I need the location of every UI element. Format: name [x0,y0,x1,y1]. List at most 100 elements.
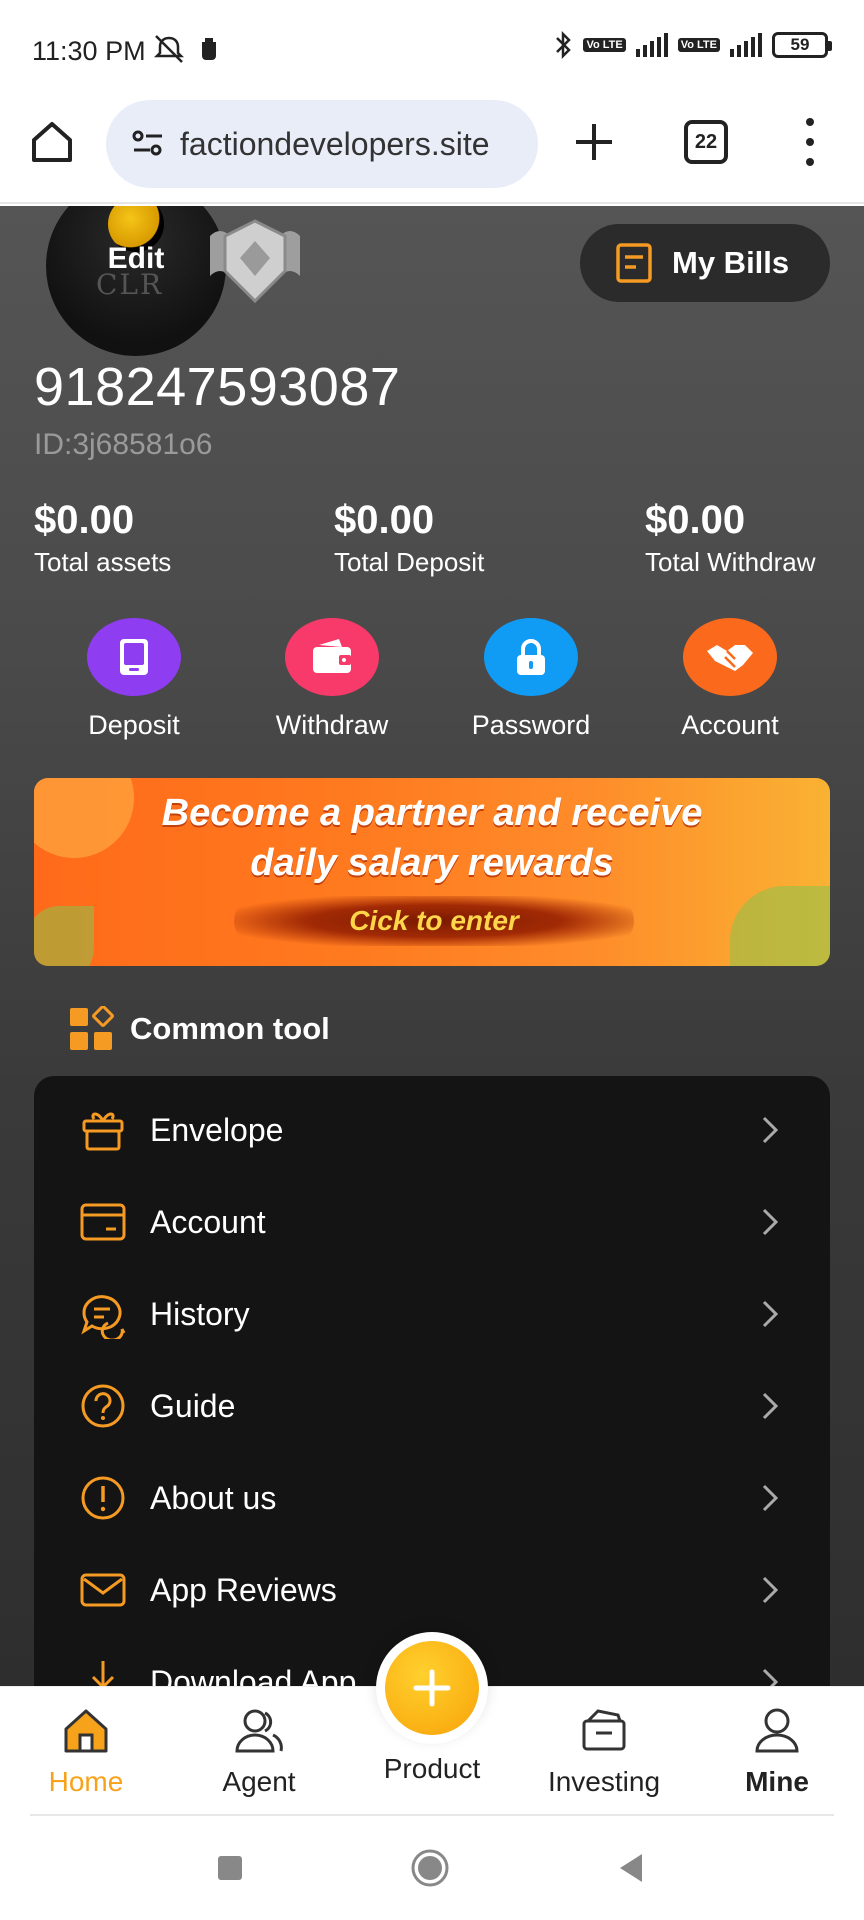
menu-label: Account [150,1203,266,1240]
tab-switcher-button[interactable]: 22 [684,120,728,164]
bills-icon [616,243,652,283]
menu-item-history[interactable]: History [34,1268,830,1360]
account-button[interactable]: Account [655,618,805,741]
volte-badge-2: Vo LTE [677,38,720,52]
chevron-right-icon [762,1208,779,1236]
banner-cta[interactable]: Cick to enter [234,896,634,946]
more-menu-icon[interactable] [800,118,820,166]
stat-total-deposit: $0.00 Total Deposit [334,498,484,578]
nav-agent[interactable]: Agent [199,1705,319,1798]
nav-product[interactable]: Product [372,1749,492,1785]
avatar[interactable]: CLR Edit [46,206,226,356]
status-bar: 11:30 PM Vo LTE Vo LTE 59 [0,0,864,96]
plus-icon [385,1641,479,1735]
browser-toolbar: factiondevelopers.site 22 [0,96,864,204]
menu-item-about-us[interactable]: About us [34,1452,830,1544]
system-navigation [0,1816,864,1920]
menu-item-account[interactable]: Account [34,1176,830,1268]
signal-1-icon [635,33,668,57]
clock: 11:30 PM [32,36,146,66]
withdraw-button[interactable]: Withdraw [257,618,407,741]
nav-label: Investing [547,1766,661,1797]
menu-label: App Reviews [150,1571,337,1608]
exclamation-icon [81,1476,125,1520]
banner-leaf-left [34,906,94,966]
home-circle-icon[interactable] [410,1848,450,1888]
chevron-right-icon [762,1484,779,1512]
signal-2-icon [730,33,762,57]
question-icon [81,1384,125,1428]
lock-icon [484,618,578,696]
common-tool-list: Envelope Account History Guide About us … [34,1076,830,1686]
menu-label: Guide [150,1387,236,1424]
volte-badge-1: Vo LTE [583,38,626,52]
back-icon[interactable] [612,1848,652,1888]
nav-label: Home [48,1766,124,1797]
nav-label: Product [383,1753,481,1784]
product-fab[interactable] [376,1632,488,1744]
stat-total-withdraw: $0.00 Total Withdraw [645,498,816,578]
menu-item-guide[interactable]: Guide [34,1360,830,1452]
nav-home[interactable]: Home [26,1705,146,1798]
briefcase-icon [582,1709,626,1751]
user-phone: 918247593087 [34,357,401,417]
stat-value: $0.00 [645,498,746,542]
url-text[interactable]: factiondevelopers.site [180,126,490,163]
stat-label: Total assets [34,547,172,577]
user-id: ID:3j68581o6 [34,428,213,461]
mute-icon [153,35,185,63]
my-bills-button[interactable]: My Bills [580,224,830,302]
vip-badge-icon [210,219,300,304]
withdraw-label: Withdraw [275,710,389,740]
menu-label: Download App [150,1663,357,1687]
edit-avatar-label[interactable]: Edit [46,242,226,276]
nav-label: Agent [222,1766,296,1797]
address-bar[interactable]: factiondevelopers.site [106,100,538,188]
recents-icon[interactable] [210,1848,250,1888]
menu-label: Envelope [150,1111,284,1148]
stat-value: $0.00 [334,498,435,542]
menu-item-envelope[interactable]: Envelope [34,1084,830,1176]
menu-label: History [150,1295,250,1332]
home-nav-icon [64,1709,108,1753]
banner-line-1: Become a partner and receive [161,792,703,834]
banner-line-2: daily salary rewards [250,842,614,884]
tablet-icon [87,618,181,696]
stat-label: Total Withdraw [645,547,816,577]
account-label: Account [681,710,779,740]
wallet-icon [285,618,379,696]
deposit-label: Deposit [88,710,180,740]
password-button[interactable]: Password [456,618,606,741]
stat-label: Total Deposit [334,547,485,577]
battery-icon: 59 [772,32,832,58]
chat-icon [81,1295,126,1339]
nav-label: Mine [745,1766,809,1797]
chevron-right-icon [762,1116,779,1144]
stat-total-assets: $0.00 Total assets [34,498,171,578]
chevron-right-icon [762,1392,779,1420]
card-icon [80,1203,126,1241]
menu-item-app-reviews[interactable]: App Reviews [34,1544,830,1636]
chevron-right-icon [762,1576,779,1604]
new-tab-icon[interactable] [572,120,616,164]
tab-count: 22 [694,130,718,153]
stat-value: $0.00 [34,498,135,542]
grid-tools-icon [70,1006,114,1050]
shield-status-icon [202,38,216,60]
my-bills-label: My Bills [672,245,790,280]
nav-investing[interactable]: Investing [544,1705,664,1798]
common-tool-header: Common tool [68,1006,330,1052]
deposit-button[interactable]: Deposit [59,618,209,741]
user-icon [755,1708,799,1753]
site-settings-icon[interactable] [130,126,166,162]
bluetooth-icon [556,30,572,60]
chevron-right-icon [762,1668,779,1686]
battery-level: 59 [790,35,810,54]
nav-mine[interactable]: Mine [717,1705,837,1798]
handshake-icon [683,618,777,696]
partner-banner[interactable]: Become a partner and receive daily salar… [34,778,830,966]
home-icon[interactable] [28,118,76,166]
agent-icon [235,1709,283,1753]
common-tool-title: Common tool [130,1011,330,1046]
download-icon [91,1661,115,1686]
